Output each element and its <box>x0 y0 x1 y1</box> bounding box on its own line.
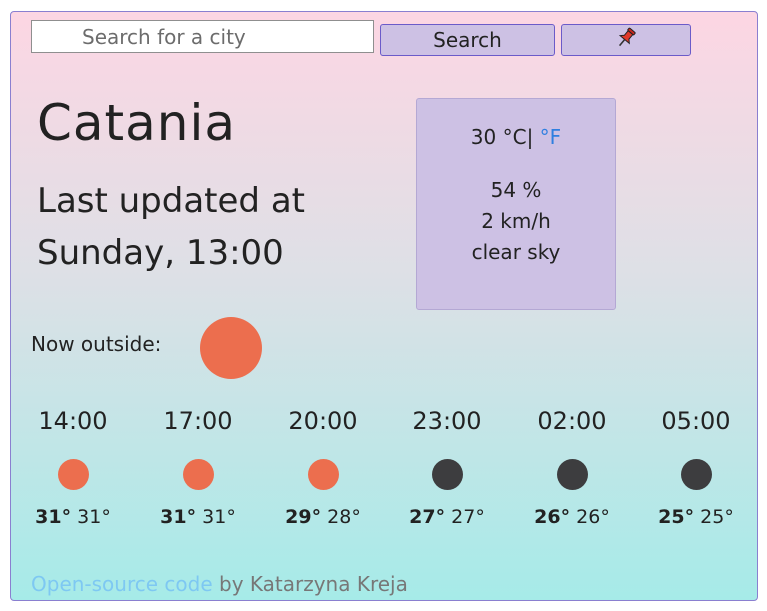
forecast-temps: 31° 31° <box>136 506 260 528</box>
forecast-time: 20:00 <box>288 407 358 435</box>
footer-author: by Katarzyna Kreja <box>212 572 408 596</box>
forecast-time: 05:00 <box>661 407 731 435</box>
moon-icon <box>431 459 463 490</box>
forecast-item: 14:00 31° 31° <box>11 407 135 528</box>
temperature-line: 30 °C| °F <box>417 125 615 149</box>
source-code-link[interactable]: Open-source code <box>31 572 213 596</box>
forecast-min: 31° <box>202 506 236 528</box>
wind-value: 2 km/h <box>481 209 551 233</box>
forecast-item: 05:00 25° 25° <box>634 407 758 528</box>
forecast-temps: 29° 28° <box>261 506 385 528</box>
temperature-celsius: 30 °C <box>470 125 527 149</box>
forecast-temps: 27° 27° <box>385 506 509 528</box>
forecast-min: 27° <box>451 506 485 528</box>
sun-icon <box>57 459 89 490</box>
forecast-min: 28° <box>327 506 361 528</box>
forecast-max: 31° <box>35 506 72 528</box>
forecast-time: 14:00 <box>38 407 108 435</box>
weather-card: Search Catania Last updated at Sunday, 1… <box>10 11 758 601</box>
forecast-item: 20:00 29° 28° <box>261 407 385 528</box>
city-name: Catania <box>37 94 237 152</box>
humidity-value: 54 % <box>490 178 542 202</box>
search-button-label: Search <box>433 28 502 52</box>
hourly-forecast: 14:00 31° 31° 17:00 31° 31° 20:00 29° 28… <box>11 407 759 547</box>
last-updated: Last updated at Sunday, 13:00 <box>37 175 377 279</box>
forecast-time: 23:00 <box>412 407 482 435</box>
forecast-max: 27° <box>409 506 446 528</box>
current-location-button[interactable] <box>561 24 691 56</box>
forecast-max: 31° <box>160 506 197 528</box>
last-updated-time: Sunday, 13:00 <box>37 233 284 273</box>
fahrenheit-toggle[interactable]: °F <box>533 125 562 149</box>
forecast-min: 31° <box>77 506 111 528</box>
forecast-time: 17:00 <box>163 407 233 435</box>
forecast-max: 26° <box>534 506 571 528</box>
now-outside-label: Now outside: <box>31 332 162 356</box>
sun-icon <box>182 459 214 490</box>
pin-icon <box>614 26 638 55</box>
moon-icon <box>680 459 712 490</box>
footer: Open-source code by Katarzyna Kreja <box>31 572 408 596</box>
forecast-min: 26° <box>576 506 610 528</box>
forecast-temps: 25° 25° <box>634 506 758 528</box>
forecast-min: 25° <box>700 506 734 528</box>
forecast-item: 17:00 31° 31° <box>136 407 260 528</box>
current-conditions-box: 30 °C| °F 54 % 2 km/h clear sky <box>416 98 616 310</box>
forecast-temps: 31° 31° <box>11 506 135 528</box>
weather-description: clear sky <box>471 240 561 264</box>
forecast-temps: 26° 26° <box>510 506 634 528</box>
sun-icon <box>307 459 339 490</box>
forecast-item: 02:00 26° 26° <box>510 407 634 528</box>
search-button[interactable]: Search <box>380 24 555 56</box>
forecast-max: 29° <box>285 506 322 528</box>
sun-icon <box>200 317 262 379</box>
weather-stats: 54 % 2 km/h clear sky <box>417 175 615 268</box>
forecast-item: 23:00 27° 27° <box>385 407 509 528</box>
forecast-max: 25° <box>658 506 695 528</box>
forecast-time: 02:00 <box>537 407 607 435</box>
last-updated-label: Last updated at <box>37 181 305 221</box>
search-input[interactable] <box>31 20 374 53</box>
moon-icon <box>556 459 588 490</box>
